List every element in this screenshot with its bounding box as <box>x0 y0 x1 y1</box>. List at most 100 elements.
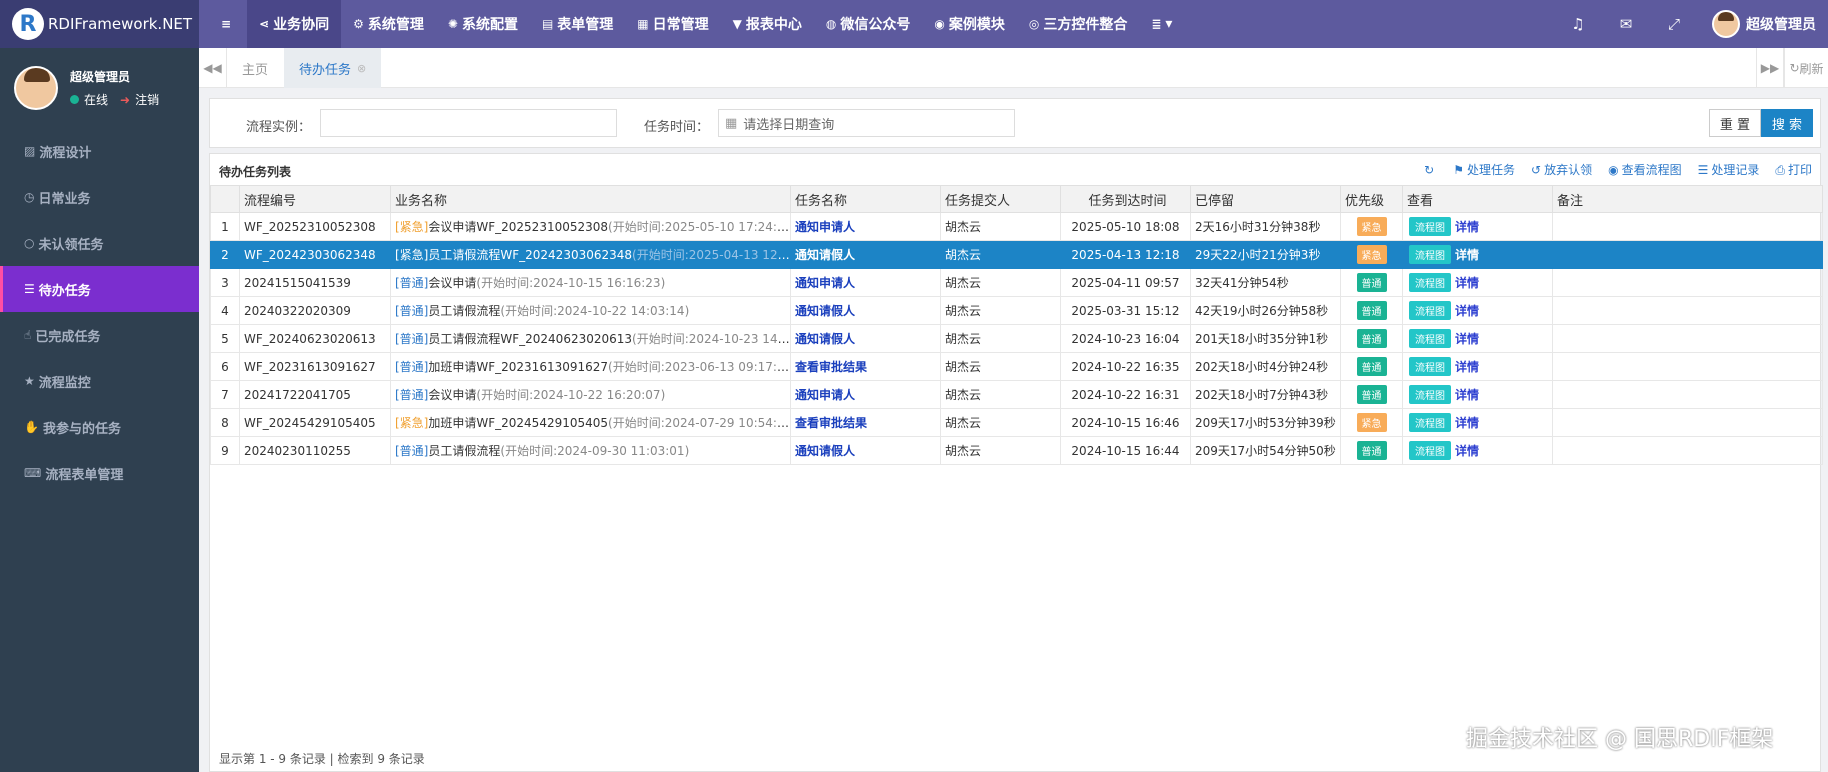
detail-link[interactable]: 详情 <box>1455 416 1479 430</box>
flow-chart-button[interactable]: 流程图 <box>1409 245 1451 264</box>
detail-link[interactable]: 详情 <box>1455 444 1479 458</box>
task-name-link[interactable]: 通知申请人 <box>795 220 855 234</box>
table-row[interactable]: 8 WF_20245429105405 [紧急]加班申请WF_20245429105… <box>210 408 1823 437</box>
flow-chart-button[interactable]: 流程图 <box>1409 413 1451 432</box>
date-input[interactable]: ▦ 请选择日期查询 <box>718 109 1015 137</box>
date-placeholder: 请选择日期查询 <box>743 117 835 133</box>
list-icon: ☰ <box>24 282 35 296</box>
table-row[interactable]: 6 WF_20231613091627 [普通]加班申请WF_20231613091… <box>210 352 1823 381</box>
search-button[interactable]: 搜 索 <box>1761 109 1813 137</box>
tab-current[interactable]: 待办任务 ⊗ <box>284 48 382 88</box>
sidebar-item-1[interactable]: ◷ 日常业务 <box>0 174 199 220</box>
submitter: 胡杰云 <box>940 352 1061 381</box>
nav-item-5[interactable]: ▦ 日常管理 <box>625 0 720 48</box>
task-name-link[interactable]: 查看审批结果 <box>795 360 867 374</box>
toolbar-label: 打印 <box>1787 163 1812 177</box>
app-logo[interactable]: R RDIFramework.NET <box>0 0 199 48</box>
sidebar-item-7[interactable]: ⌨ 流程表单管理 <box>0 450 199 496</box>
nav-item-3[interactable]: ✺ 系统配置 <box>436 0 530 48</box>
table-row[interactable]: 2 WF_20242303062348 [紧急]员工请假流程WF_202423030… <box>210 240 1823 269</box>
tab-next-icon[interactable]: ▶▶ <box>1756 48 1784 88</box>
fullscreen-icon[interactable]: ⤢ <box>1650 15 1698 33</box>
detail-link[interactable]: 详情 <box>1455 332 1479 346</box>
task-name-link[interactable]: 通知请假人 <box>795 304 855 318</box>
nav-item-8[interactable]: ◉ 案例模块 <box>922 0 1016 48</box>
column-header: 业务名称 <box>390 185 791 213</box>
business-name-cell: [普通]员工请假流程(开始时间:2024-09-30 11:03:01) <box>390 436 791 465</box>
nav-item-6[interactable]: ▼ 报表中心 <box>721 0 814 48</box>
flow-chart-button[interactable]: 流程图 <box>1409 441 1451 460</box>
business-name-cell: [普通]员工请假流程(开始时间:2024-10-22 14:03:14) <box>390 296 791 325</box>
task-name-link[interactable]: 通知请假人 <box>795 248 855 262</box>
detail-link[interactable]: 详情 <box>1455 248 1479 262</box>
tab-prev-icon[interactable]: ◀◀ <box>199 48 227 88</box>
detail-link[interactable]: 详情 <box>1455 276 1479 290</box>
task-name-link[interactable]: 通知申请人 <box>795 388 855 402</box>
detail-link[interactable]: 详情 <box>1455 304 1479 318</box>
table-row[interactable]: 5 WF_20240623020613 [普通]员工请假流程WF_202406230… <box>210 324 1823 353</box>
business-name: 会议申请WF_20252310052308 <box>428 220 609 234</box>
refresh-button[interactable]: ↻ 刷新 <box>1784 48 1828 88</box>
sidebar-item-2[interactable]: ○ 未认领任务 <box>0 220 199 266</box>
toolbar-button-4[interactable]: ☰ 处理记录 <box>1698 161 1760 178</box>
envelope-icon[interactable]: ✉ <box>1602 15 1650 33</box>
flow-chart-button[interactable]: 流程图 <box>1409 273 1451 292</box>
reset-button[interactable]: 重 置 <box>1709 109 1761 137</box>
detail-link[interactable]: 详情 <box>1455 360 1479 374</box>
table-row[interactable]: 3 20241515041539 [普通]会议申请(开始时间:2024-10-15 … <box>210 268 1823 297</box>
sidebar-item-6[interactable]: ✋ 我参与的任务 <box>0 404 199 450</box>
submitter: 胡杰云 <box>940 324 1061 353</box>
toolbar-button-3[interactable]: ◉ 查看流程图 <box>1608 161 1682 178</box>
tab-home[interactable]: 主页 <box>227 48 283 88</box>
sidebar-item-3[interactable]: ☰ 待办任务 <box>0 266 199 312</box>
flow-chart-button[interactable]: 流程图 <box>1409 301 1451 320</box>
task-name-link[interactable]: 通知申请人 <box>795 276 855 290</box>
toolbar-button-1[interactable]: ⚑ 处理任务 <box>1453 161 1515 178</box>
close-tab-icon[interactable]: ⊗ <box>357 62 366 75</box>
logout-link[interactable]: 注销 <box>135 91 159 108</box>
sidebar-item-label: 已完成任务 <box>35 329 101 345</box>
nav-item-1[interactable]: ⋖ 业务协同 <box>247 0 342 48</box>
column-header: 查看 <box>1402 185 1553 213</box>
table-row[interactable]: 4 20240322020309 [普通]员工请假流程(开始时间:2024-10-2… <box>210 296 1823 325</box>
flow-chart-button[interactable]: 流程图 <box>1409 357 1451 376</box>
detail-link[interactable]: 详情 <box>1455 388 1479 402</box>
task-name-link[interactable]: 查看审批结果 <box>795 416 867 430</box>
detail-link[interactable]: 详情 <box>1455 220 1479 234</box>
table-row[interactable]: 1 WF_20252310052308 [紧急]会议申请WF_20252310052… <box>210 212 1823 241</box>
table-title: 待办任务列表 <box>219 165 292 179</box>
flow-chart-button[interactable]: 流程图 <box>1409 217 1451 236</box>
user-avatar[interactable] <box>1712 10 1740 38</box>
top-bar: R RDIFramework.NET ≡ ⋖ 业务协同 ⚙ 系统管理 ✺ 系统配置 ▤ 表单管理… <box>0 0 1828 48</box>
flow-chart-button[interactable]: 流程图 <box>1409 385 1451 404</box>
bell-icon[interactable]: ♫ <box>1554 15 1602 33</box>
table-row[interactable]: 9 20240230110255 [普通]员工请假流程(开始时间:2024-09-3… <box>210 436 1823 465</box>
sidebar-item-5[interactable]: ★ 流程监控 <box>0 358 199 404</box>
toolbar-button-2[interactable]: ↺ 放弃认领 <box>1531 161 1592 178</box>
nav-item-2[interactable]: ⚙ 系统管理 <box>341 0 436 48</box>
priority-tag: [紧急] <box>395 248 429 262</box>
sidebar-item-0[interactable]: ▨ 流程设计 <box>0 128 199 174</box>
nav-item-10[interactable]: ≣ ▾ <box>1139 0 1184 48</box>
nav-item-4[interactable]: ▤ 表单管理 <box>530 0 625 48</box>
nav-item-7[interactable]: ◍ 微信公众号 <box>814 0 922 48</box>
table-row[interactable]: 7 20241722041705 [普通]会议申请(开始时间:2024-10-22 … <box>210 380 1823 409</box>
arrival-time: 2024-10-15 16:44 <box>1060 436 1191 465</box>
toolbar-button-5[interactable]: ⎙ 打印 <box>1775 161 1812 178</box>
nav-item-9[interactable]: ◎ 三方控件整合 <box>1017 0 1139 48</box>
business-name-cell: [紧急]员工请假流程WF_20242303062348(开始时间:2025-04… <box>390 240 791 269</box>
nav-item-0[interactable]: ≡ <box>209 0 247 48</box>
flow-chart-button[interactable]: 流程图 <box>1409 329 1451 348</box>
online-status: 在线 <box>84 93 109 107</box>
wechat-icon: ◍ <box>825 17 837 31</box>
priority-cell: 紧急 <box>1340 240 1403 269</box>
task-name-link[interactable]: 通知请假人 <box>795 332 855 346</box>
eye-icon: ◉ <box>1608 163 1619 177</box>
sidebar-item-4[interactable]: ☝ 已完成任务 <box>0 312 199 358</box>
instance-input[interactable] <box>320 109 617 137</box>
pagination-info: 显示第 1 - 9 条记录 | 检索到 9 条记录 <box>219 752 425 766</box>
toolbar-button-0[interactable]: ↻ <box>1424 163 1437 177</box>
sidebar-item-label: 未认领任务 <box>38 237 104 253</box>
task-name-link[interactable]: 通知请假人 <box>795 444 855 458</box>
user-name[interactable]: 超级管理员 <box>1746 14 1816 34</box>
